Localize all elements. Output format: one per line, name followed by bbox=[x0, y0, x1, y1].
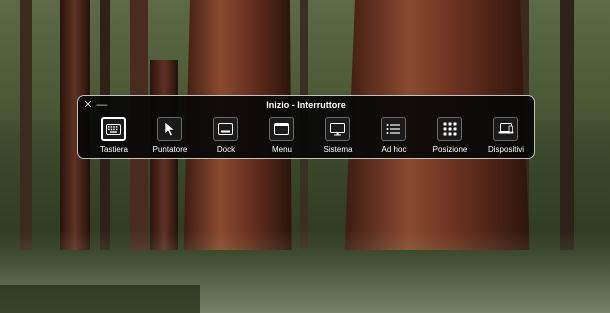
list-icon bbox=[381, 117, 406, 141]
item-label: Posizione bbox=[432, 145, 468, 154]
item-tastiera[interactable]: Tastiera bbox=[86, 117, 142, 157]
item-menu[interactable]: Menu bbox=[254, 117, 310, 157]
item-label: Sistema bbox=[323, 145, 353, 154]
item-label: Tastiera bbox=[99, 145, 128, 154]
item-sistema[interactable]: Sistema bbox=[310, 117, 366, 157]
item-dispositivi[interactable]: Dispositivi bbox=[478, 117, 534, 157]
dock-icon bbox=[213, 117, 238, 141]
item-label: Menu bbox=[271, 145, 292, 154]
menu-bar-icon bbox=[269, 117, 294, 141]
item-posizione[interactable]: Posizione bbox=[422, 117, 478, 157]
panel-items: Tastiera Puntatore Dock Menu Sistema Ad … bbox=[86, 117, 526, 157]
keyboard-icon bbox=[101, 117, 126, 141]
grid-icon bbox=[437, 117, 462, 141]
item-label: Ad hoc bbox=[381, 145, 407, 154]
pointer-icon bbox=[157, 117, 182, 141]
item-dock[interactable]: Dock bbox=[198, 117, 254, 157]
item-label: Puntatore bbox=[152, 145, 188, 154]
display-icon bbox=[325, 117, 350, 141]
panel-title: Inizio - Interruttore bbox=[266, 100, 346, 110]
panel-titlebar: ✕ — Inizio - Interruttore bbox=[78, 96, 534, 116]
switch-control-panel: ✕ — Inizio - Interruttore Tastiera Punta… bbox=[77, 95, 535, 159]
item-ad-hoc[interactable]: Ad hoc bbox=[366, 117, 422, 157]
devices-icon bbox=[493, 117, 518, 141]
item-puntatore[interactable]: Puntatore bbox=[142, 117, 198, 157]
item-label: Dock bbox=[216, 145, 236, 154]
item-label: Dispositivi bbox=[487, 145, 524, 154]
